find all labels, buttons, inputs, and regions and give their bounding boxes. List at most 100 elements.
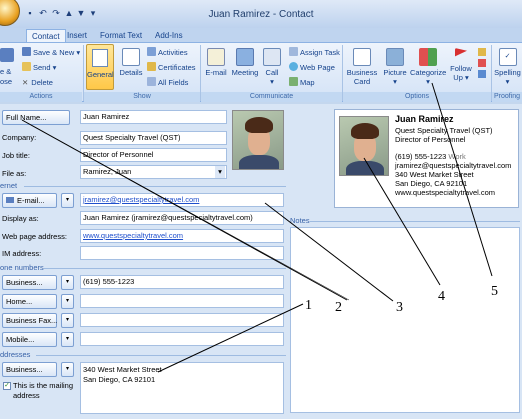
notes-label: Notes: [290, 216, 310, 225]
web-page-label: Web page address:: [2, 232, 67, 241]
map-button[interactable]: Map: [289, 77, 315, 89]
picture-button[interactable]: Picture ▾: [379, 48, 411, 86]
card-address-1: 340 West Market Street: [395, 170, 474, 179]
business-phone-field[interactable]: (619) 555-1223: [80, 275, 284, 289]
im-address-label: IM address:: [2, 249, 42, 258]
address-line-1: 340 West Market Street: [83, 365, 162, 374]
spelling-button[interactable]: ✓ Spelling ▾: [493, 48, 522, 86]
delete-button[interactable]: ✕ Delete: [22, 77, 53, 89]
importance-high-icon[interactable]: [478, 59, 486, 67]
card-title: Director of Personnel: [395, 135, 466, 144]
tab-contact[interactable]: Contact: [26, 29, 66, 42]
home-phone-button[interactable]: Home...: [2, 294, 57, 309]
mailing-address-label-2: address: [13, 391, 40, 400]
certificates-button[interactable]: Certificates: [147, 62, 196, 74]
delete-icon: ✕: [22, 78, 29, 87]
follow-up-button[interactable]: Follow Up ▾: [446, 48, 476, 82]
assign-task-button[interactable]: Assign Task: [289, 47, 340, 59]
group-label-show: Show: [84, 92, 200, 102]
lock-icon[interactable]: [478, 48, 486, 56]
address-type-button[interactable]: Business...: [2, 362, 57, 377]
card-email: jramirez@questspecialtytravel.com: [395, 161, 512, 170]
card-picture: [339, 116, 389, 176]
mobile-phone-field[interactable]: [80, 332, 284, 346]
window-title: Juan Ramirez - Contact: [208, 9, 314, 20]
meeting-button[interactable]: Meeting: [229, 48, 261, 77]
email-field-button[interactable]: E-mail...: [2, 193, 57, 208]
importance-low-icon[interactable]: [478, 70, 486, 78]
contact-picture[interactable]: [232, 110, 284, 170]
save-close-label-2[interactable]: ose: [0, 76, 12, 88]
mailing-address-label-1: This is the mailing: [13, 381, 74, 390]
business-card-icon: [353, 48, 371, 66]
call-button[interactable]: Call ▾: [258, 48, 286, 86]
general-button[interactable]: General: [86, 44, 114, 90]
tab-insert[interactable]: Insert: [62, 29, 92, 42]
card-phone-row: (619) 555-1223 Work: [395, 152, 466, 161]
tab-add-ins[interactable]: Add-Ins: [150, 29, 188, 42]
mailing-address-checkbox[interactable]: ✓: [3, 382, 11, 390]
card-phone-type: Work: [448, 152, 466, 161]
save-new-button[interactable]: Save & New ▾: [22, 47, 80, 59]
assign-task-icon: [289, 47, 298, 56]
full-name-button[interactable]: Full Name...: [2, 110, 70, 125]
im-address-field[interactable]: [80, 246, 284, 260]
business-phone-button[interactable]: Business...: [2, 275, 57, 290]
file-as-select[interactable]: Ramirez, Juan ▾: [80, 165, 227, 179]
home-phone-field[interactable]: [80, 294, 284, 308]
section-divider: [310, 221, 520, 222]
card-phone: (619) 555-1223: [395, 152, 447, 161]
details-icon: [122, 48, 140, 66]
save-new-icon: [22, 47, 31, 56]
section-divider: [36, 355, 286, 356]
group-label-proofing: Proofing: [492, 92, 522, 102]
meeting-icon: [236, 48, 254, 66]
address-type-dropdown[interactable]: ▾: [61, 362, 74, 377]
group-label-communicate: Communicate: [201, 92, 342, 102]
internet-section-label: ernet: [0, 181, 18, 190]
chevron-down-icon[interactable]: ▾: [215, 166, 225, 178]
phone-icon: [263, 48, 281, 66]
activities-icon: [147, 47, 156, 56]
send-button[interactable]: Send ▾: [22, 62, 56, 74]
callout-number-5: 5: [491, 284, 498, 299]
options-small-icons: [478, 48, 488, 78]
email-button[interactable]: E-mail: [200, 48, 232, 77]
notes-field[interactable]: [290, 227, 520, 413]
mobile-phone-dropdown[interactable]: ▾: [61, 332, 74, 347]
business-card-button[interactable]: Business Card: [346, 48, 378, 86]
web-page-field[interactable]: www.questspecialtytravel.com: [80, 229, 284, 243]
all-fields-icon: [147, 77, 156, 86]
card-address-2: San Diego, CA 92101: [395, 179, 468, 188]
home-phone-dropdown[interactable]: ▾: [61, 294, 74, 309]
group-label-options: Options: [343, 92, 491, 102]
card-web: www.questspecialtytravel.com: [395, 188, 496, 197]
activities-button[interactable]: Activities: [147, 47, 188, 59]
addresses-section-label: ddresses: [0, 350, 31, 359]
business-fax-field[interactable]: [80, 313, 284, 327]
job-title-field[interactable]: Director of Personnel: [80, 148, 227, 162]
categorize-button[interactable]: Categorize ▾: [410, 48, 446, 86]
section-divider: [44, 268, 286, 269]
file-as-label: File as:: [2, 169, 27, 178]
business-fax-button[interactable]: Business Fax...: [2, 313, 57, 328]
all-fields-button[interactable]: All Fields: [147, 77, 188, 89]
callout-number-2: 2: [335, 300, 342, 315]
email-field[interactable]: jramirez@questspecialtytravel.com: [80, 193, 284, 207]
company-field[interactable]: Quest Specialty Travel (QST): [80, 131, 227, 145]
section-divider: [24, 186, 286, 187]
mobile-phone-button[interactable]: Mobile...: [2, 332, 57, 347]
tab-format-text[interactable]: Format Text: [95, 29, 147, 42]
full-name-field[interactable]: Juan Ramirez: [80, 110, 227, 124]
business-phone-dropdown[interactable]: ▾: [61, 275, 74, 290]
business-fax-dropdown[interactable]: ▾: [61, 313, 74, 328]
card-name: Juan Ramirez: [395, 114, 454, 124]
phone-section-label: one numbers: [0, 263, 44, 272]
send-icon: [22, 62, 31, 71]
web-page-button[interactable]: Web Page: [289, 62, 335, 74]
job-title-label: Job title:: [2, 151, 30, 160]
email-type-dropdown[interactable]: ▾: [61, 193, 74, 208]
display-as-field[interactable]: Juan Ramirez (jramirez@questspecialtytra…: [80, 211, 284, 225]
address-field[interactable]: 340 West Market Street San Diego, CA 921…: [80, 362, 284, 414]
details-button[interactable]: Details: [115, 48, 147, 77]
